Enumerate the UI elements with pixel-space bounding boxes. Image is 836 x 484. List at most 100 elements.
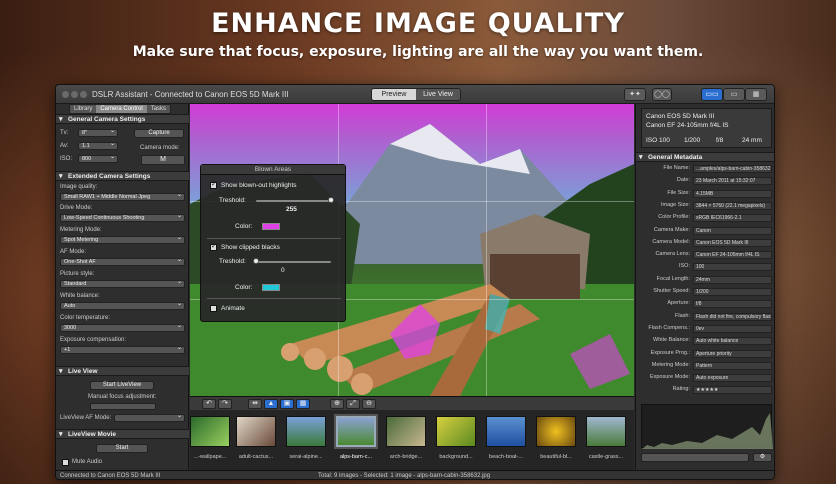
thumbnail-label: alps-barn-c... xyxy=(339,454,373,460)
show-highlights-checkbox[interactable] xyxy=(210,180,217,189)
layout-split-icon[interactable]: ▭▭ xyxy=(701,88,723,101)
metadata-key: Camera Make: xyxy=(653,226,690,233)
mute-audio-checkbox[interactable] xyxy=(62,459,69,466)
capture-button[interactable]: Capture xyxy=(134,129,184,138)
metadata-key: Exposure Prog.: xyxy=(650,349,690,356)
white-balance-select[interactable]: Auto xyxy=(60,302,185,310)
metadata-value: 3844 × 5760 (22.1 megapixels) xyxy=(693,201,772,210)
log-end-shape xyxy=(281,343,299,361)
liveview-af-mode-select[interactable] xyxy=(114,414,185,422)
compare-icon[interactable]: ⇹ xyxy=(248,399,262,409)
thumbnail-label: ...-wallpape... xyxy=(193,454,227,460)
af-mode-select[interactable]: One-Shot AF xyxy=(60,258,185,266)
threshold-high-slider[interactable] xyxy=(256,200,331,202)
close-window-button[interactable] xyxy=(62,91,69,98)
exposure-compensation-label: Exposure compensation: xyxy=(60,337,127,343)
drive-mode-label: Drive Mode: xyxy=(60,205,93,211)
glasses-icon[interactable]: ◯◯ xyxy=(652,88,672,101)
preview-image[interactable]: Blown Areas Show blown-out highlights Tr… xyxy=(190,104,634,396)
app-window: DSLR Assistant - Connected to Canon EOS … xyxy=(55,84,775,480)
image-quality-select[interactable]: Small RAW1 + Middle Normal Jpeg xyxy=(60,193,185,201)
drive-mode-select[interactable]: Low-Speed Continuous Shooting xyxy=(60,214,185,222)
layout-grid-icon[interactable]: ▦ xyxy=(745,88,767,101)
thumbnail[interactable] xyxy=(436,416,476,447)
metadata-value: 100 xyxy=(693,263,772,272)
filmstrip: ...-wallpape... adult-cactus... serai-al… xyxy=(190,410,634,470)
metadata-key: Shutter Speed: xyxy=(653,288,690,294)
animate-label: Animate xyxy=(221,305,245,312)
metadata-search-input[interactable] xyxy=(641,453,749,462)
threshold-low-knob[interactable] xyxy=(253,258,259,264)
threshold-low-label: Treshold: xyxy=(219,258,246,265)
exposure-compensation-select[interactable]: +1 xyxy=(60,346,185,354)
minimize-window-button[interactable] xyxy=(71,91,78,98)
iso-select[interactable]: 800 xyxy=(78,155,118,163)
thumbnail[interactable] xyxy=(486,416,526,447)
threshold-high-knob[interactable] xyxy=(328,197,334,203)
zoom-in-icon[interactable]: ⊕ xyxy=(330,399,344,409)
window-title: DSLR Assistant - Connected to Canon EOS … xyxy=(92,90,289,99)
section-extended[interactable]: Extended Camera Settings xyxy=(56,171,189,181)
metadata-row: Image Size: 3844 × 5760 (22.1 megapixels) xyxy=(636,201,774,212)
metadata-value: 0ev xyxy=(693,324,772,333)
thumbnail-label: arch-bridge... xyxy=(389,454,423,460)
metadata-value: 23 March 2011 at 15:32:07 xyxy=(693,177,772,186)
blown-areas-icon[interactable]: ▣ xyxy=(280,399,294,409)
tab-live-view[interactable]: Live View xyxy=(416,89,460,100)
focus-peaking-icon[interactable]: ▲ xyxy=(264,399,278,409)
image-quality-label: Image quality: xyxy=(60,184,98,190)
layout-single-icon[interactable]: ▭ xyxy=(723,88,745,101)
highlight-color-label: Color: xyxy=(235,223,253,230)
start-liveview-button[interactable]: Start LiveView xyxy=(90,381,154,390)
thumbnail[interactable] xyxy=(286,416,326,447)
section-general-metadata[interactable]: General Metadata xyxy=(636,152,774,162)
left-tabs: Library Camera Control Tasks xyxy=(69,104,172,114)
thumbnail[interactable] xyxy=(190,416,230,447)
log-end-shape xyxy=(351,373,373,395)
divider xyxy=(207,298,341,299)
thumbnail-label: beautiful-bl... xyxy=(540,454,572,460)
metadata-value: Canon EF 24-105mm f/4L IS xyxy=(693,251,772,260)
rotate-left-icon[interactable]: ↶ xyxy=(202,399,216,409)
thumbnail[interactable] xyxy=(536,416,576,447)
rotate-right-icon[interactable]: ↷ xyxy=(218,399,232,409)
animate-checkbox[interactable] xyxy=(210,305,217,312)
metadata-value: f/8 xyxy=(693,300,772,309)
blacks-color-well[interactable] xyxy=(262,284,280,291)
thumbnail[interactable] xyxy=(386,416,426,447)
picture-style-select[interactable]: Standard xyxy=(60,280,185,288)
fit-icon[interactable]: ⤢ xyxy=(346,399,360,409)
show-blacks-label: Show clipped blacks xyxy=(221,244,280,251)
zoom-out-icon[interactable]: ⊖ xyxy=(362,399,376,409)
zoom-window-button[interactable] xyxy=(80,91,87,98)
threshold-low-slider[interactable] xyxy=(256,261,331,263)
section-live-view[interactable]: Live View xyxy=(56,366,189,376)
metadata-key: Color Profile: xyxy=(658,214,690,221)
section-general[interactable]: General Camera Settings xyxy=(56,114,189,124)
show-blacks-checkbox[interactable] xyxy=(210,242,217,251)
section-liveview-movie[interactable]: LiveView Movie xyxy=(56,429,189,439)
thumbnail[interactable] xyxy=(236,416,276,447)
metadata-value: Auto exposure xyxy=(693,374,772,383)
color-temperature-select[interactable]: 3000 xyxy=(60,324,185,332)
promo-headline: ENHANCE IMAGE QUALITY xyxy=(211,8,625,39)
manual-focus-stepper[interactable] xyxy=(90,403,156,410)
tab-tasks[interactable]: Tasks xyxy=(146,105,171,113)
highlight-color-well[interactable] xyxy=(262,223,280,230)
effects-icon[interactable]: ✦✦ xyxy=(624,88,646,101)
tab-camera-control[interactable]: Camera Control xyxy=(96,105,147,113)
promo-subheadline: Make sure that focus, exposure, lighting… xyxy=(132,44,704,60)
tab-preview[interactable]: Preview xyxy=(372,89,416,100)
log-end-shape xyxy=(304,348,326,370)
grid-icon[interactable]: ▦ xyxy=(296,399,310,409)
image-toolbar: ↶ ↷ ⇹ ▲ ▣ ▦ ⊕ ⤢ ⊖ xyxy=(190,396,634,410)
metering-mode-select[interactable]: Spot Metering xyxy=(60,236,185,244)
tv-select[interactable]: 8" xyxy=(78,129,118,137)
start-movie-button[interactable]: Start xyxy=(96,444,148,453)
thumbnail-selected[interactable] xyxy=(334,414,378,449)
av-select[interactable]: 1.1 xyxy=(78,142,118,150)
tab-library[interactable]: Library xyxy=(70,105,97,113)
thumbnail[interactable] xyxy=(586,416,626,447)
view-switcher: Preview Live View xyxy=(371,88,461,101)
gear-icon[interactable]: ⚙ xyxy=(753,453,772,462)
